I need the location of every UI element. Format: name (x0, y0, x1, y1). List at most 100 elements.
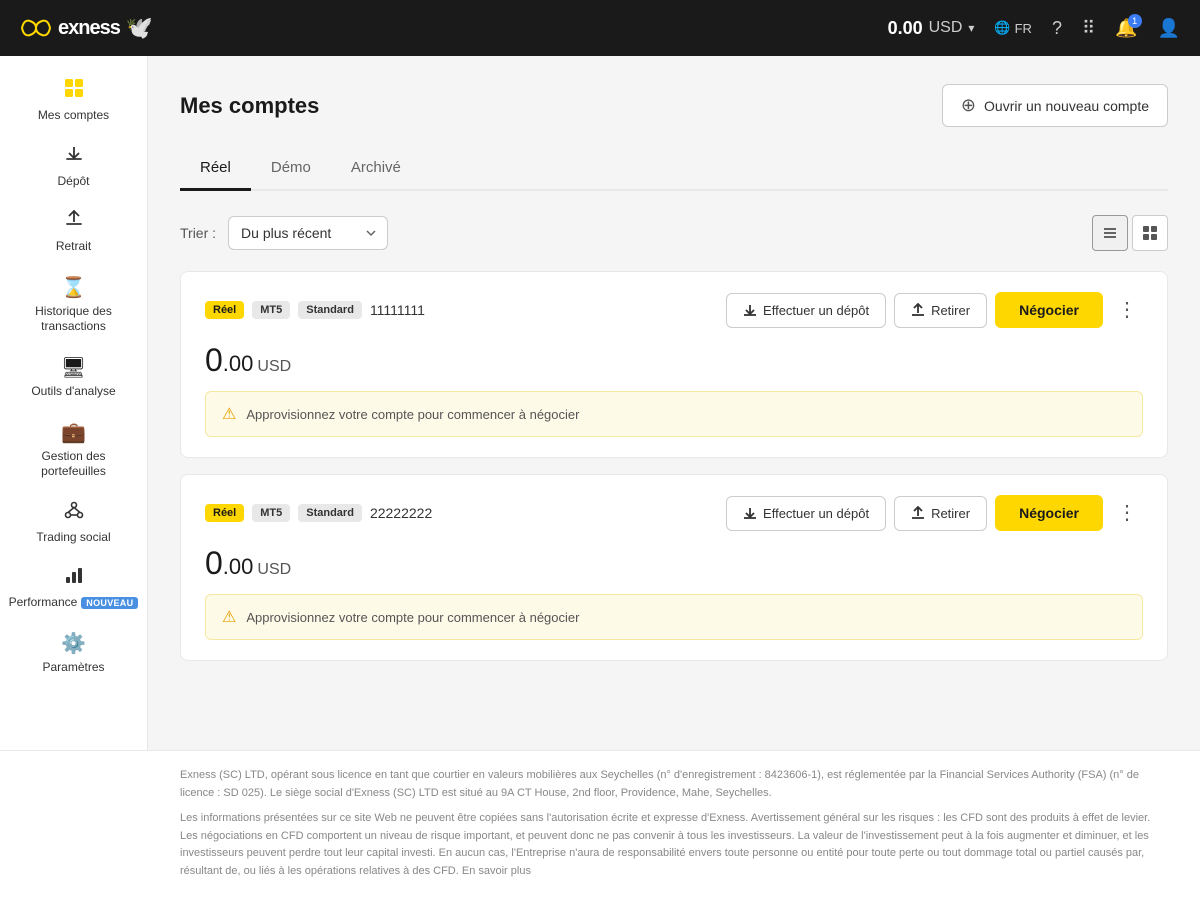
header: exness 🕊️ 0.00 USD ▾ 🌐 FR ? ⠿ 🔔 1 👤 (0, 0, 1200, 56)
badge-standard-1: Standard (298, 301, 362, 319)
new-account-label: Ouvrir un nouveau compte (984, 98, 1149, 114)
more-options-button-1[interactable]: ⋮ (1111, 296, 1143, 324)
deposit-label-1: Effectuer un dépôt (763, 303, 869, 318)
upload-icon (64, 209, 84, 235)
view-toggle (1092, 215, 1168, 251)
balance-big-2: 0.00USD (205, 545, 291, 581)
badge-reel-1: Réel (205, 301, 244, 319)
filter-label: Trier : (180, 225, 216, 241)
card-top-2: Réel MT5 Standard 22222222 Effectuer un … (205, 495, 1143, 531)
briefcase-icon: 💼 (61, 420, 86, 445)
trade-button-2[interactable]: Négocier (995, 495, 1103, 531)
footer: Exness (SC) LTD, opérant sous licence en… (0, 750, 1200, 897)
logo-text: exness (58, 17, 120, 40)
badge-mt5-2: MT5 (252, 504, 290, 522)
trade-button-1[interactable]: Négocier (995, 292, 1103, 328)
badge-standard-2: Standard (298, 504, 362, 522)
notif-badge: 1 (1128, 14, 1142, 28)
tab-demo[interactable]: Démo (251, 151, 331, 191)
user-profile-icon[interactable]: 👤 (1158, 18, 1180, 39)
deposit-label-2: Effectuer un dépôt (763, 506, 869, 521)
new-account-button[interactable]: ⊕ Ouvrir un nouveau compte (942, 84, 1168, 127)
bird-icon: 🕊️ (126, 15, 153, 41)
withdraw-icon-1 (911, 303, 925, 317)
deposit-icon-1 (743, 303, 757, 317)
withdraw-label-2: Retirer (931, 506, 970, 521)
more-options-button-2[interactable]: ⋮ (1111, 499, 1143, 527)
account-number-2: 22222222 (370, 505, 432, 521)
card-actions-1: Effectuer un dépôt Retirer Négocier ⋮ (726, 292, 1143, 328)
card-actions-2: Effectuer un dépôt Retirer Négocier ⋮ (726, 495, 1143, 531)
layout: Mes comptes Dépôt Retrait ⌛ Histori (0, 0, 1200, 750)
network-icon (64, 500, 84, 526)
balance-currency: USD (929, 19, 963, 37)
warning-icon-1: ⚠ (222, 404, 236, 424)
balance-row-2: 0.00USD (205, 545, 1143, 582)
sidebar-item-historique[interactable]: ⌛ Historique des transactions (0, 265, 147, 345)
withdraw-label-1: Retirer (931, 303, 970, 318)
sidebar-item-outils[interactable]: 🖥 Outils d'analyse (0, 345, 147, 410)
deposit-icon-2 (743, 506, 757, 520)
sidebar-item-gestion[interactable]: 💼 Gestion des portefeuilles (0, 410, 147, 490)
page-header: Mes comptes ⊕ Ouvrir un nouveau compte (180, 84, 1168, 127)
balance-amount: 0.00 (888, 18, 923, 39)
balance-integer-1: 0 (205, 342, 223, 378)
balance-decimal-2: .00 (223, 554, 254, 579)
language-button[interactable]: 🌐 FR (994, 20, 1032, 36)
main-content: Mes comptes ⊕ Ouvrir un nouveau compte R… (148, 56, 1200, 750)
balance-row-1: 0.00USD (205, 342, 1143, 379)
sidebar-item-mes-comptes[interactable]: Mes comptes (0, 68, 147, 134)
sidebar-label-outils: Outils d'analyse (31, 384, 115, 400)
warning-text-1: Approvisionnez votre compte pour commenc… (246, 407, 579, 422)
monitor-icon: 🖥 (61, 355, 86, 380)
sidebar-label-retrait: Retrait (56, 239, 91, 255)
header-left: exness 🕊️ (20, 15, 153, 41)
warning-icon-2: ⚠ (222, 607, 236, 627)
notification-button[interactable]: 🔔 1 (1115, 18, 1137, 39)
balance-big-1: 0.00USD (205, 342, 291, 378)
tab-reel[interactable]: Réel (180, 151, 251, 191)
gear-icon: ⚙️ (61, 631, 86, 656)
withdraw-button-1[interactable]: Retirer (894, 293, 987, 328)
tabs-bar: Réel Démo Archivé (180, 151, 1168, 191)
sidebar-label-trading-social: Trading social (36, 530, 110, 546)
logo[interactable]: exness 🕊️ (20, 15, 153, 41)
sidebar-item-retrait[interactable]: Retrait (0, 199, 147, 265)
card-left-1: Réel MT5 Standard 11111111 (205, 301, 425, 319)
tab-archive[interactable]: Archivé (331, 151, 421, 191)
balance-display[interactable]: 0.00 USD ▾ (888, 18, 975, 39)
chart-icon (64, 565, 84, 591)
account-card-1: Réel MT5 Standard 11111111 Effectuer un … (180, 271, 1168, 458)
withdraw-icon-2 (911, 506, 925, 520)
warning-bar-2: ⚠ Approvisionnez votre compte pour comme… (205, 594, 1143, 640)
page-title: Mes comptes (180, 93, 319, 119)
header-right: 0.00 USD ▾ 🌐 FR ? ⠿ 🔔 1 👤 (888, 18, 1180, 39)
sidebar-item-trading-social[interactable]: Trading social (0, 490, 147, 556)
balance-currency-1: USD (257, 358, 291, 375)
balance-integer-2: 0 (205, 545, 223, 581)
sidebar-label-historique: Historique des transactions (8, 304, 139, 335)
sort-select[interactable]: Du plus récent Du plus ancien Solde croi… (228, 216, 388, 250)
filter-left: Trier : Du plus récent Du plus ancien So… (180, 216, 388, 250)
withdraw-button-2[interactable]: Retirer (894, 496, 987, 531)
footer-text-1: Exness (SC) LTD, opérant sous licence en… (180, 767, 1168, 802)
deposit-button-1[interactable]: Effectuer un dépôt (726, 293, 886, 328)
card-top-1: Réel MT5 Standard 11111111 Effectuer un … (205, 292, 1143, 328)
apps-icon[interactable]: ⠿ (1082, 18, 1095, 39)
badge-mt5-1: MT5 (252, 301, 290, 319)
sidebar-item-parametres[interactable]: ⚙️ Paramètres (0, 621, 147, 686)
trade-label-1: Négocier (1019, 302, 1079, 318)
list-view-button[interactable] (1092, 215, 1128, 251)
balance-decimal-1: .00 (223, 351, 254, 376)
help-icon[interactable]: ? (1052, 18, 1062, 39)
trade-label-2: Négocier (1019, 505, 1079, 521)
warning-bar-1: ⚠ Approvisionnez votre compte pour comme… (205, 391, 1143, 437)
account-number-1: 11111111 (370, 302, 425, 318)
plus-circle-icon: ⊕ (961, 95, 976, 116)
deposit-button-2[interactable]: Effectuer un dépôt (726, 496, 886, 531)
sidebar-item-depot[interactable]: Dépôt (0, 134, 147, 200)
filter-row: Trier : Du plus récent Du plus ancien So… (180, 215, 1168, 251)
sidebar-item-performance[interactable]: Performance NOUVEAU (0, 555, 147, 621)
grid-view-button[interactable] (1132, 215, 1168, 251)
logo-mark (20, 17, 52, 39)
